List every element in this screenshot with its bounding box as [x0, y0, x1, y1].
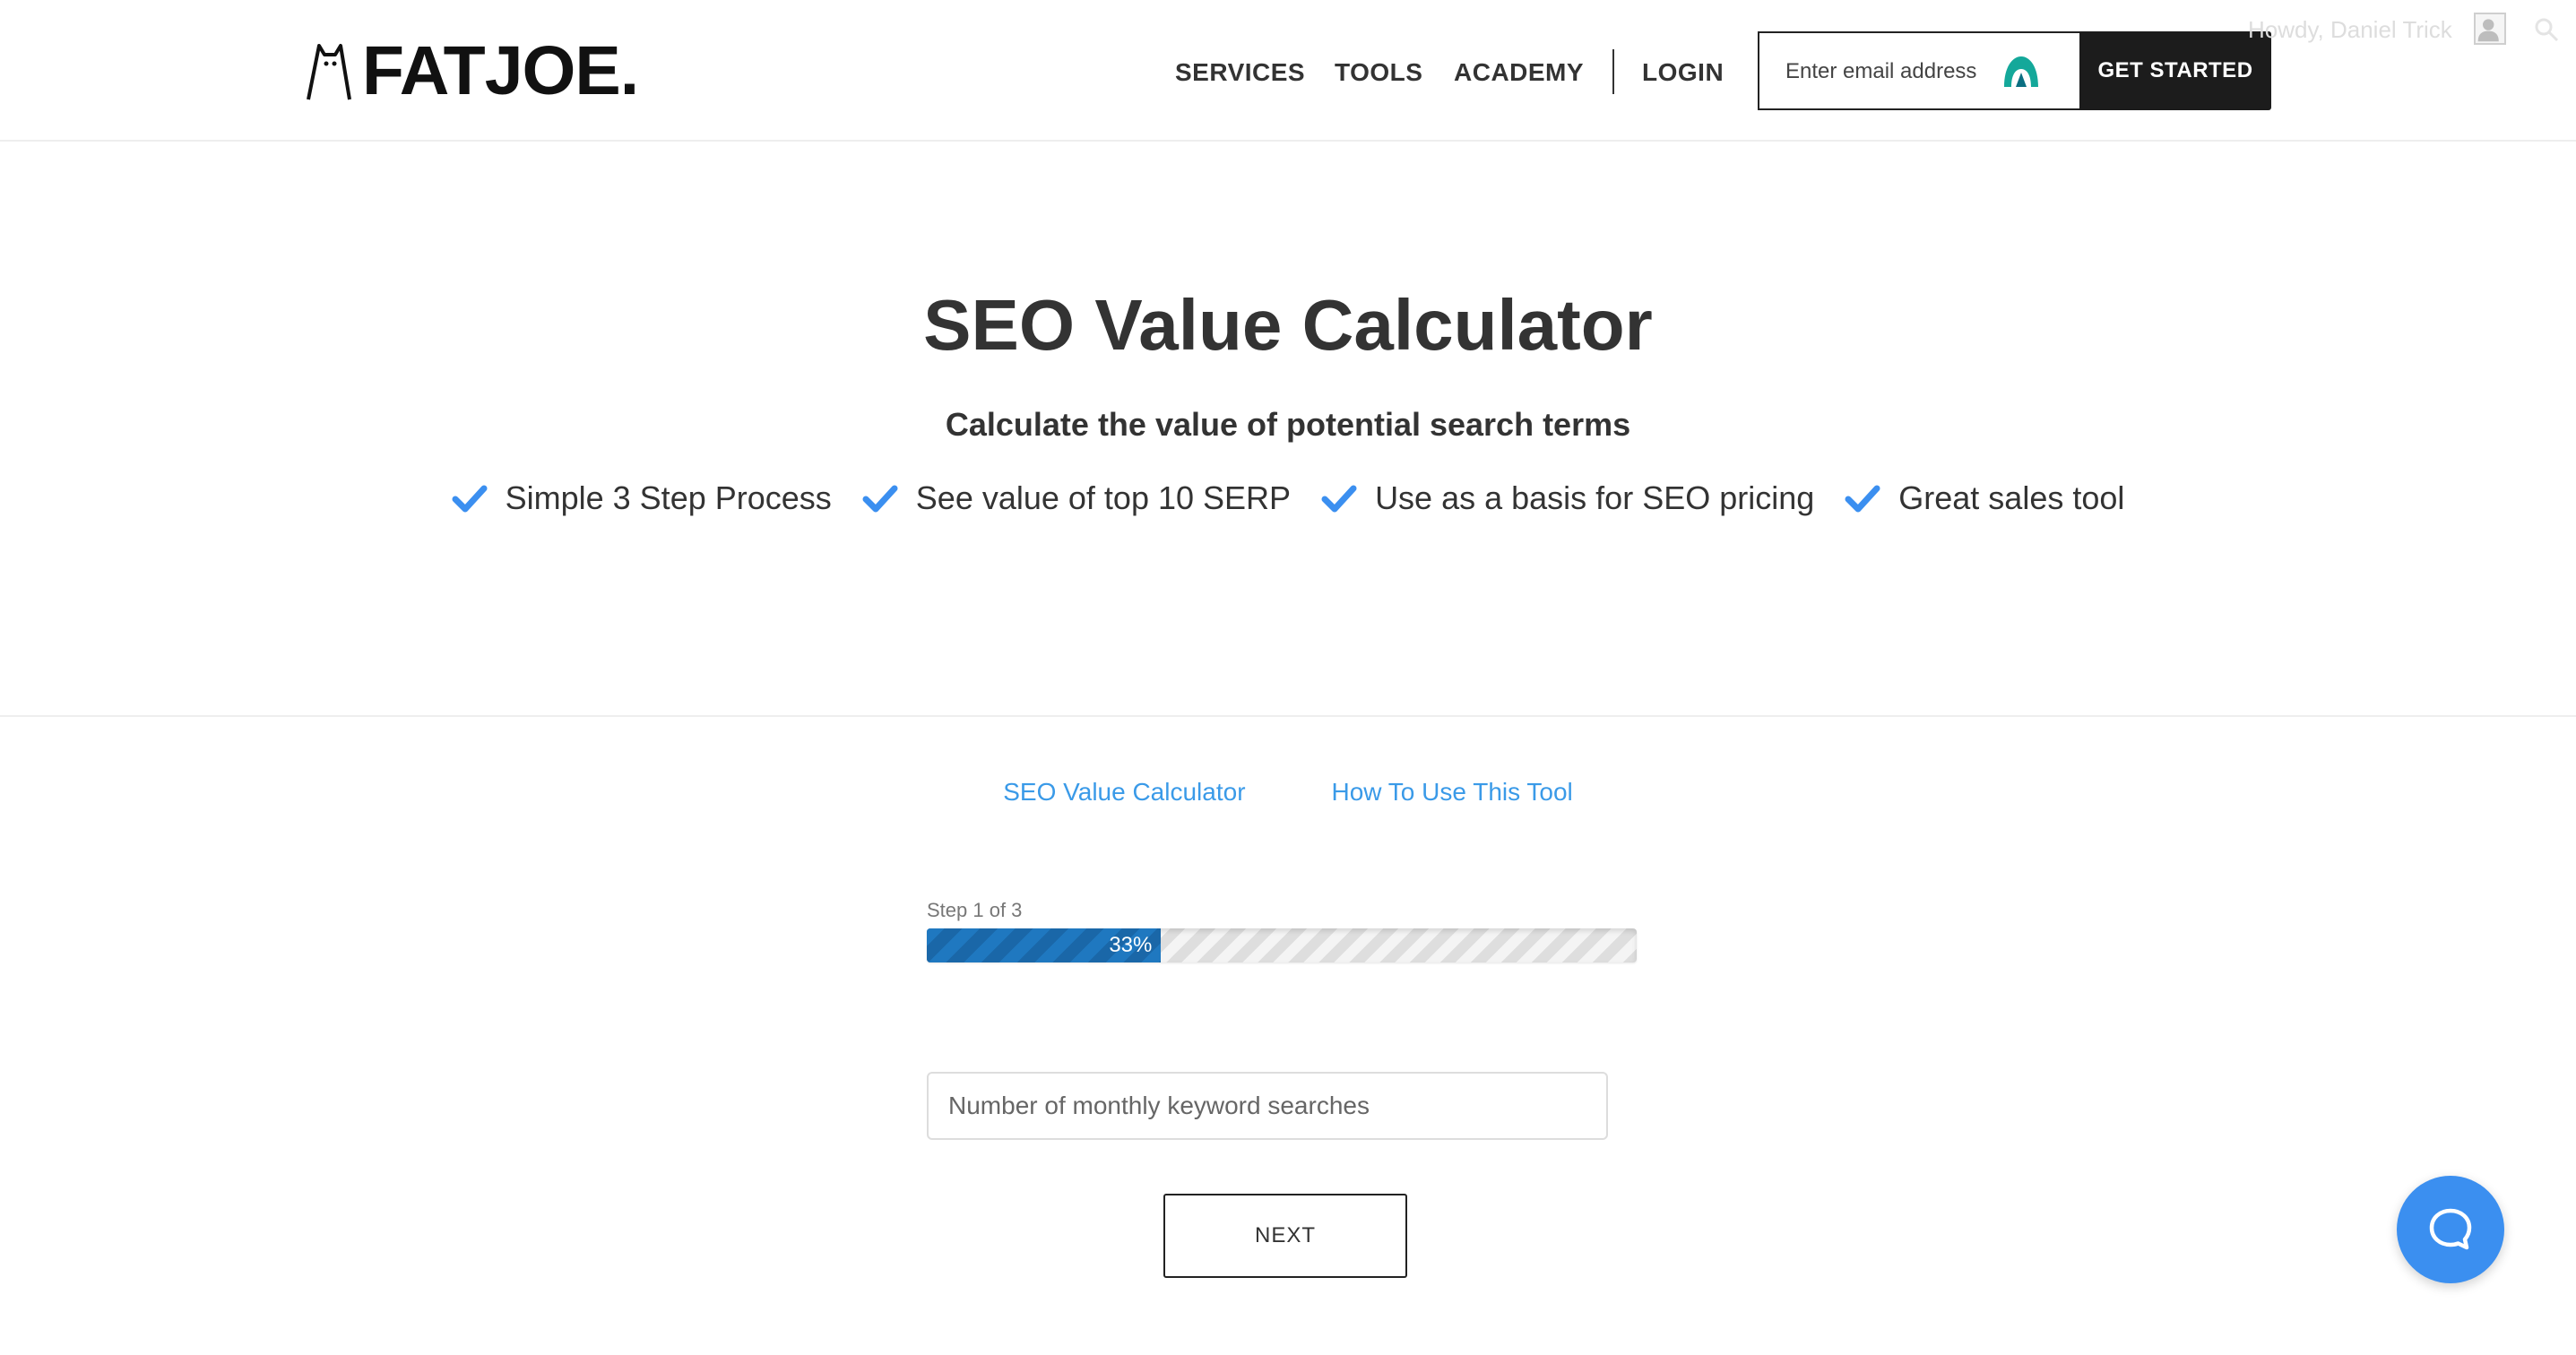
extension-icon[interactable]: [2001, 53, 2041, 89]
site-header: FATJOE. SERVICES TOOLS ACADEMY LOGIN Ent…: [0, 0, 2576, 142]
checkmark-icon: [862, 485, 898, 513]
tab-how-to-use[interactable]: How To Use This Tool: [1332, 776, 1573, 812]
next-button[interactable]: NEXT: [1163, 1194, 1407, 1278]
checkmark-icon: [1845, 485, 1880, 513]
logo-text: FATJOE.: [362, 32, 639, 109]
feature-item: Simple 3 Step Process: [452, 479, 832, 518]
checkmark-icon: [452, 485, 488, 513]
feature-label: Simple 3 Step Process: [505, 479, 832, 516]
nav-login[interactable]: LOGIN: [1642, 57, 1724, 88]
page-title: SEO Value Calculator: [923, 285, 1653, 365]
feature-list: Simple 3 Step Process See value of top 1…: [0, 471, 2576, 525]
feature-label: Great sales tool: [1898, 479, 2125, 516]
hero-section: SEO Value Calculator Calculate the value…: [0, 143, 2576, 717]
step-label: Step 1 of 3: [927, 899, 1023, 921]
monthly-searches-input[interactable]: [927, 1072, 1608, 1140]
feature-item: Great sales tool: [1845, 479, 2124, 518]
nav-services[interactable]: SERVICES: [1175, 57, 1305, 88]
logo[interactable]: FATJOE.: [305, 32, 639, 109]
feature-item: Use as a basis for SEO pricing: [1321, 479, 1814, 518]
progress-fill: 33%: [927, 928, 1162, 962]
search-icon[interactable]: [2533, 16, 2560, 43]
howdy-greeting[interactable]: Howdy, Daniel Trick: [2248, 16, 2452, 43]
email-placeholder: Enter email address: [1785, 59, 1977, 83]
avatar[interactable]: [2474, 13, 2506, 45]
chat-icon: [2429, 1208, 2472, 1250]
tool-tabs: SEO Value Calculator How To Use This Too…: [0, 776, 2576, 812]
tab-seo-value-calculator[interactable]: SEO Value Calculator: [1003, 776, 1245, 812]
email-field[interactable]: Enter email address: [1758, 31, 2079, 110]
feature-label: Use as a basis for SEO pricing: [1375, 479, 1815, 516]
page: FATJOE. SERVICES TOOLS ACADEMY LOGIN Ent…: [0, 0, 2576, 1355]
get-started-button[interactable]: GET STARTED: [2079, 31, 2271, 110]
feature-label: See value of top 10 SERP: [915, 479, 1292, 516]
nav-divider: [1612, 49, 1614, 94]
nav-academy[interactable]: ACADEMY: [1454, 57, 1584, 88]
feature-item: See value of top 10 SERP: [862, 479, 1291, 518]
user-icon: [2477, 19, 2499, 42]
cat-ears-icon: [307, 44, 351, 100]
checkmark-icon: [1321, 485, 1357, 513]
page-subtitle: Calculate the value of potential search …: [945, 406, 1631, 443]
nav-tools[interactable]: TOOLS: [1335, 57, 1422, 88]
chat-button[interactable]: [2397, 1176, 2504, 1283]
progress-bar: 33%: [927, 928, 1637, 962]
